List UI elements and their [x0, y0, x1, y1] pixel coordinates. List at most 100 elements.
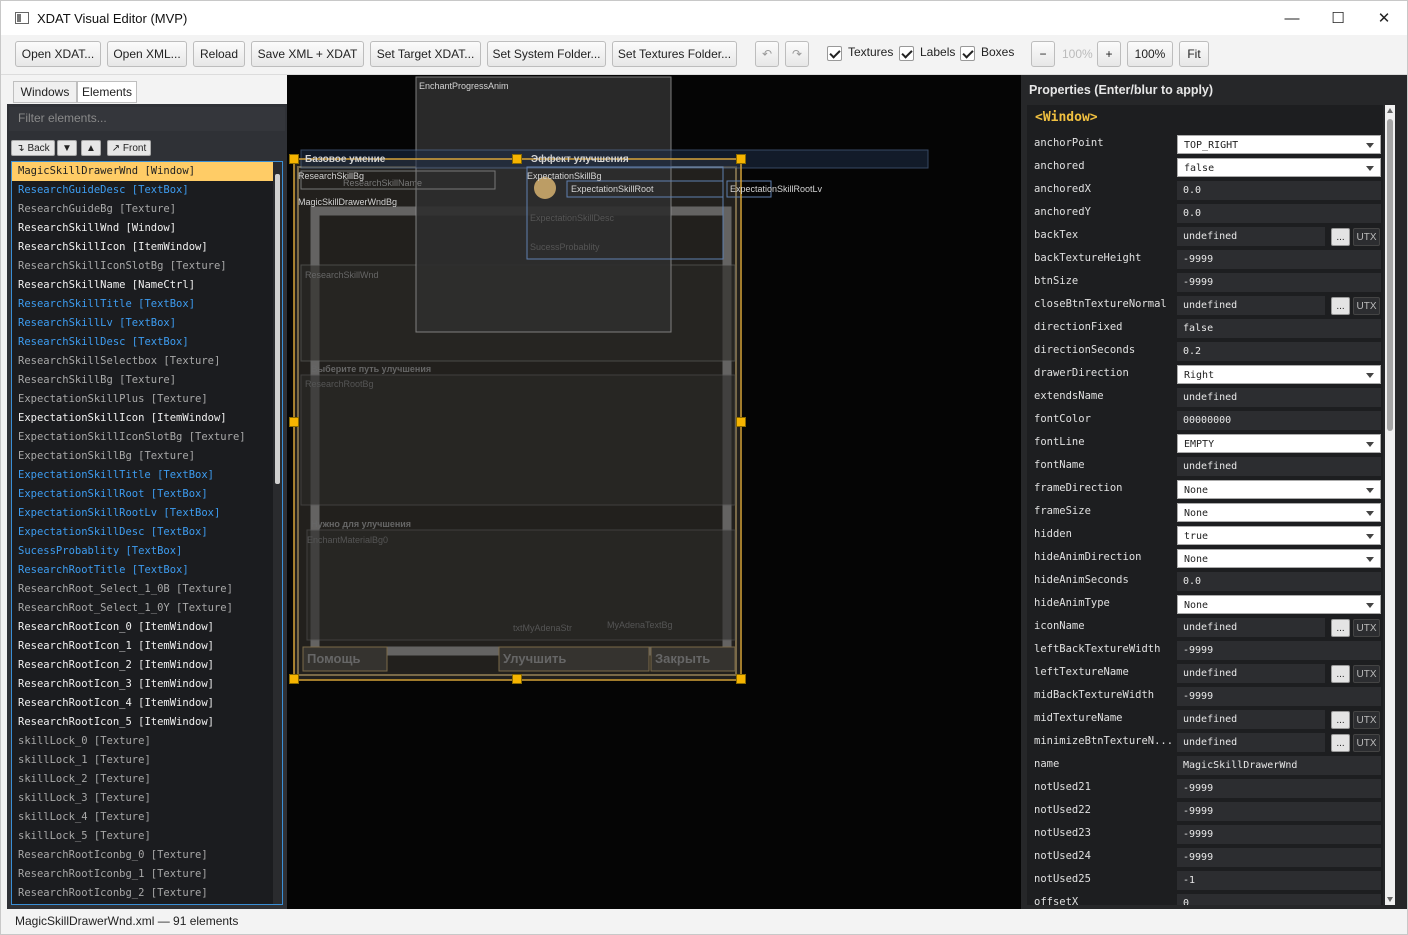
scroll-down-icon[interactable]: [1387, 897, 1393, 902]
list-item[interactable]: ResearchGuideBg [Texture]: [12, 200, 282, 219]
list-item[interactable]: ResearchRootIconbg_1 [Texture]: [12, 865, 282, 884]
property-input[interactable]: false: [1177, 319, 1381, 338]
resize-handle-ml[interactable]: [289, 417, 299, 427]
property-select[interactable]: false: [1177, 158, 1381, 177]
browse-texture-button[interactable]: ...: [1331, 297, 1350, 315]
maximize-icon[interactable]: ☐: [1315, 1, 1361, 35]
property-select[interactable]: Right: [1177, 365, 1381, 384]
resize-handle-tr[interactable]: [736, 154, 746, 164]
move-down-button[interactable]: ▼: [57, 140, 77, 156]
resize-handle-mr[interactable]: [736, 417, 746, 427]
list-item[interactable]: ResearchSkillBg [Texture]: [12, 371, 282, 390]
property-input[interactable]: -9999: [1177, 802, 1381, 821]
list-item[interactable]: ExpectationSkillIconSlotBg [Texture]: [12, 428, 282, 447]
list-item[interactable]: MagicSkillDrawerWnd [Window]: [12, 162, 282, 181]
list-item[interactable]: ExpectationSkillRoot [TextBox]: [12, 485, 282, 504]
resize-handle-tl[interactable]: [289, 154, 299, 164]
list-item[interactable]: skillLock_1 [Texture]: [12, 751, 282, 770]
list-item[interactable]: ResearchSkillName [NameCtrl]: [12, 276, 282, 295]
resize-handle-bm[interactable]: [512, 674, 522, 684]
save-button[interactable]: Save XML + XDAT: [251, 41, 364, 67]
resize-handle-br[interactable]: [736, 674, 746, 684]
list-item[interactable]: skillLock_0 [Texture]: [12, 732, 282, 751]
elements-list[interactable]: MagicSkillDrawerWnd [Window] ResearchGuid…: [11, 161, 283, 905]
property-input[interactable]: -1: [1177, 871, 1381, 890]
zoom-out-button[interactable]: −: [1031, 41, 1055, 67]
property-select[interactable]: EMPTY: [1177, 434, 1381, 453]
property-input[interactable]: 0.0: [1177, 572, 1381, 591]
browse-texture-button[interactable]: ...: [1331, 734, 1350, 752]
list-item[interactable]: ResearchRootIcon_2 [ItemWindow]: [12, 656, 282, 675]
list-item[interactable]: skillLock_3 [Texture]: [12, 789, 282, 808]
boxes-checkbox[interactable]: [960, 46, 975, 61]
property-input[interactable]: -9999: [1177, 687, 1381, 706]
move-up-button[interactable]: ▲: [81, 140, 101, 156]
set-target-button[interactable]: Set Target XDAT...: [370, 41, 481, 67]
property-input[interactable]: MagicSkillDrawerWnd: [1177, 756, 1381, 775]
list-item[interactable]: ExpectationSkillRootLv [TextBox]: [12, 504, 282, 523]
property-input[interactable]: -9999: [1177, 825, 1381, 844]
property-input[interactable]: undefined: [1177, 296, 1325, 315]
redo-button[interactable]: ↷: [785, 41, 809, 67]
property-input[interactable]: 0.0: [1177, 204, 1381, 223]
property-input[interactable]: undefined: [1177, 388, 1381, 407]
tab-windows[interactable]: Windows: [13, 81, 77, 103]
properties-scroll-thumb[interactable]: [1387, 119, 1393, 431]
set-textures-folder-button[interactable]: Set Textures Folder...: [612, 41, 737, 67]
list-item[interactable]: ExpectationSkillTitle [TextBox]: [12, 466, 282, 485]
list-item[interactable]: ResearchRootIcon_0 [ItemWindow]: [12, 618, 282, 637]
reload-button[interactable]: Reload: [193, 41, 245, 67]
set-system-folder-button[interactable]: Set System Folder...: [487, 41, 606, 67]
list-item[interactable]: ResearchSkillWnd [Window]: [12, 219, 282, 238]
zoom-in-button[interactable]: +: [1097, 41, 1121, 67]
utx-button[interactable]: UTX: [1353, 711, 1380, 729]
property-input[interactable]: 0.0: [1177, 181, 1381, 200]
property-select[interactable]: None: [1177, 549, 1381, 568]
fit-button[interactable]: Fit: [1179, 41, 1209, 67]
property-input[interactable]: undefined: [1177, 457, 1381, 476]
list-item[interactable]: skillLock_5 [Texture]: [12, 827, 282, 846]
list-item[interactable]: ResearchSkillTitle [TextBox]: [12, 295, 282, 314]
property-input[interactable]: -9999: [1177, 848, 1381, 867]
open-xml-button[interactable]: Open XML...: [107, 41, 187, 67]
list-scroll-thumb[interactable]: [275, 174, 280, 484]
property-select[interactable]: TOP_RIGHT: [1177, 135, 1381, 154]
list-item[interactable]: SucessProbablity [TextBox]: [12, 542, 282, 561]
list-item[interactable]: ResearchRootIconbg_2 [Texture]: [12, 884, 282, 903]
utx-button[interactable]: UTX: [1353, 734, 1380, 752]
filter-input[interactable]: Filter elements...: [9, 107, 285, 131]
list-item[interactable]: ResearchRootIcon_5 [ItemWindow]: [12, 713, 282, 732]
list-item[interactable]: ResearchSkillLv [TextBox]: [12, 314, 282, 333]
property-input[interactable]: undefined: [1177, 664, 1325, 683]
property-input[interactable]: -9999: [1177, 641, 1381, 660]
list-item[interactable]: ExpectationSkillBg [Texture]: [12, 447, 282, 466]
send-back-button[interactable]: ↴ Back: [11, 140, 55, 156]
bring-front-button[interactable]: ↗ Front: [107, 140, 151, 156]
preview-canvas[interactable]: EnchantProgressAnim Базовое умение Эффек…: [287, 75, 1021, 909]
list-item[interactable]: ResearchRootTitle [TextBox]: [12, 561, 282, 580]
property-input[interactable]: 0: [1177, 894, 1381, 905]
list-item[interactable]: ResearchRootIcon_3 [ItemWindow]: [12, 675, 282, 694]
list-item[interactable]: skillLock_4 [Texture]: [12, 808, 282, 827]
browse-texture-button[interactable]: ...: [1331, 228, 1350, 246]
list-item[interactable]: ResearchSkillIcon [ItemWindow]: [12, 238, 282, 257]
utx-button[interactable]: UTX: [1353, 619, 1380, 637]
list-item[interactable]: ResearchRootIcon_4 [ItemWindow]: [12, 694, 282, 713]
property-input[interactable]: undefined: [1177, 227, 1325, 246]
zoom-100-button[interactable]: 100%: [1127, 41, 1173, 67]
list-item[interactable]: ResearchRootIconbg_0 [Texture]: [12, 846, 282, 865]
close-icon[interactable]: ✕: [1361, 1, 1407, 35]
list-item[interactable]: ResearchRootIcon_1 [ItemWindow]: [12, 637, 282, 656]
list-scrollbar[interactable]: [273, 162, 282, 904]
list-item[interactable]: ExpectationSkillIcon [ItemWindow]: [12, 409, 282, 428]
property-input[interactable]: undefined: [1177, 618, 1325, 637]
list-item[interactable]: ExpectationSkillDesc [TextBox]: [12, 523, 282, 542]
property-select[interactable]: None: [1177, 503, 1381, 522]
textures-checkbox[interactable]: [827, 46, 842, 61]
property-select[interactable]: true: [1177, 526, 1381, 545]
list-item[interactable]: ResearchSkillDesc [TextBox]: [12, 333, 282, 352]
list-item[interactable]: ResearchGuideDesc [TextBox]: [12, 181, 282, 200]
properties-scrollbar[interactable]: [1385, 105, 1395, 905]
labels-checkbox[interactable]: [899, 46, 914, 61]
minimize-icon[interactable]: —: [1269, 1, 1315, 35]
